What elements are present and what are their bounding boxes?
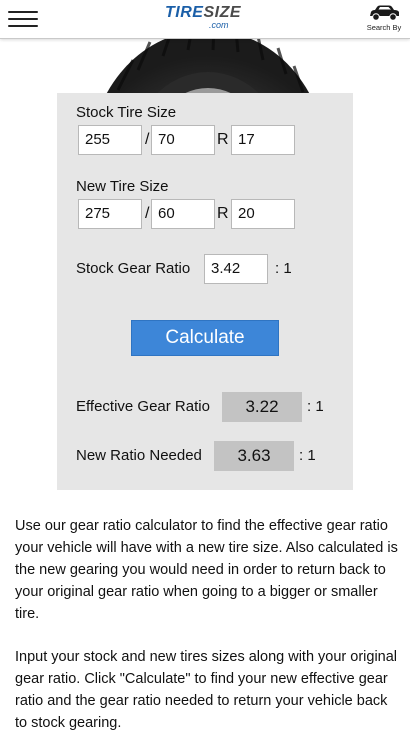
stock-gear-ratio-label: Stock Gear Ratio bbox=[76, 260, 191, 277]
search-by-button[interactable]: Search By bbox=[362, 2, 406, 36]
stock-tire-rim-input[interactable]: 17 bbox=[231, 125, 295, 155]
logo-word-tire: TIRE bbox=[165, 4, 204, 21]
hamburger-menu-icon[interactable] bbox=[8, 8, 40, 30]
logo-wordmark: TIRESIZE bbox=[165, 4, 241, 22]
effective-gear-ratio-suffix: : 1 bbox=[307, 398, 324, 415]
new-ratio-needed-label: New Ratio Needed bbox=[76, 447, 202, 464]
description-paragraph-1: Use our gear ratio calculator to find th… bbox=[15, 518, 398, 622]
new-ratio-needed-suffix: : 1 bbox=[299, 447, 316, 464]
stock-tire-width-input[interactable]: 255 bbox=[78, 125, 142, 155]
logo-word-size: SIZE bbox=[203, 4, 242, 21]
search-by-label: Search By bbox=[366, 23, 402, 32]
stock-tire-r-label: R bbox=[217, 131, 229, 148]
new-tire-size-label: New Tire Size bbox=[76, 178, 169, 195]
logo-domain: .com bbox=[209, 20, 229, 30]
site-logo[interactable]: TIRESIZE .com bbox=[165, 4, 247, 34]
menu-bar bbox=[8, 25, 38, 27]
new-tire-r-label: R bbox=[217, 205, 229, 222]
new-ratio-needed-value: 3.63 bbox=[214, 441, 294, 471]
description-paragraph-2: Input your stock and new tires sizes alo… bbox=[15, 649, 398, 731]
menu-bar bbox=[8, 18, 38, 20]
new-tire-aspect-input[interactable]: 60 bbox=[151, 199, 215, 229]
effective-gear-ratio-value: 3.22 bbox=[222, 392, 302, 422]
calculate-button[interactable]: Calculate bbox=[131, 320, 279, 356]
stock-gear-ratio-input[interactable]: 3.42 bbox=[204, 254, 268, 284]
stock-tire-size-label: Stock Tire Size bbox=[76, 104, 177, 121]
new-tire-width-input[interactable]: 275 bbox=[78, 199, 142, 229]
stock-tire-slash: / bbox=[145, 131, 150, 148]
new-tire-rim-input[interactable]: 20 bbox=[231, 199, 295, 229]
stock-tire-aspect-input[interactable]: 70 bbox=[151, 125, 215, 155]
car-icon bbox=[370, 5, 399, 21]
new-tire-slash: / bbox=[145, 205, 150, 222]
top-header: TIRESIZE .com Search By bbox=[0, 0, 410, 39]
effective-gear-ratio-label: Effective Gear Ratio bbox=[76, 398, 210, 415]
gear-ratio-calculator-panel: Stock Tire Size 255 / 70 R 17 New Tire S… bbox=[57, 93, 353, 490]
menu-bar bbox=[8, 11, 38, 13]
stock-gear-ratio-suffix: : 1 bbox=[275, 260, 292, 277]
